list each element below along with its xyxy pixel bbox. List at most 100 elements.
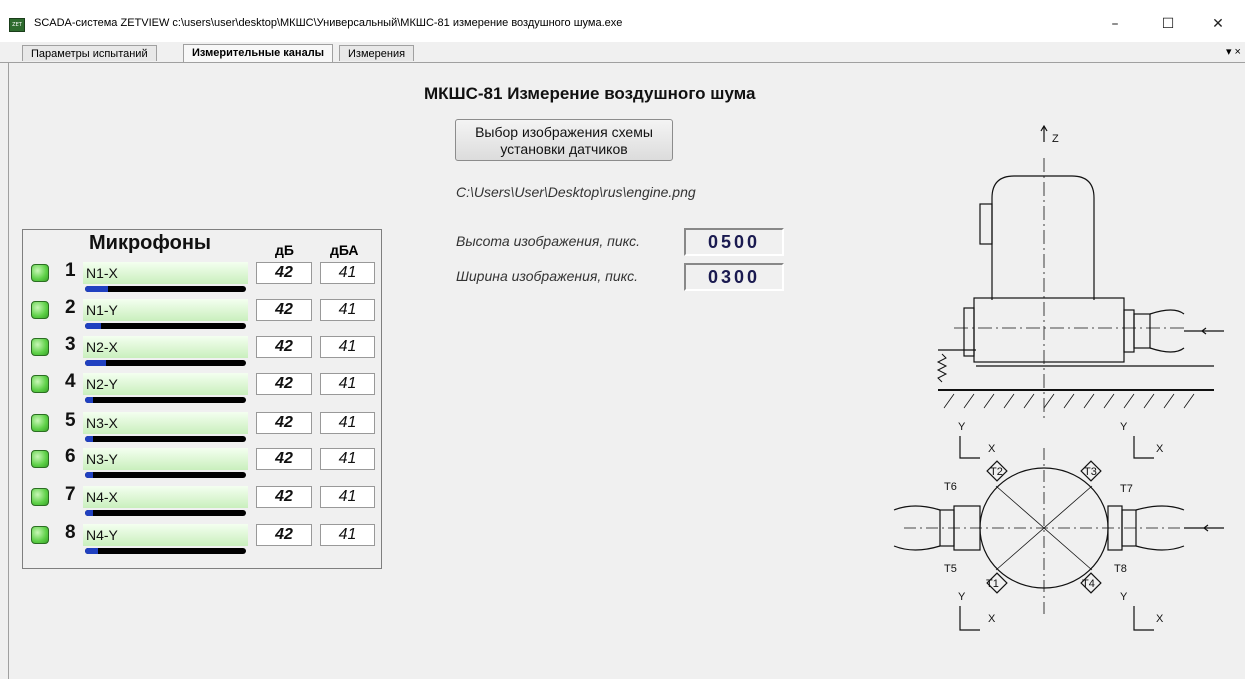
db-value: 42 [256,448,312,470]
sensor-layout-schematic: Z Y X Y X Y X Y X T1 T2 T3 T4 T5 T6 T7 T… [893,124,1224,631]
axis-x-label: X [1156,443,1164,455]
tab-menu-icon[interactable]: ▾ × [1226,45,1241,58]
channel-name[interactable]: N1-Y [83,299,248,321]
status-led-icon[interactable] [31,338,49,356]
sensor-t4-label: T4 [1082,578,1095,590]
mic-channel-row: 1 N1-X 42 41 [23,260,381,297]
level-bar [85,436,246,442]
page-title: МКШС-81 Измерение воздушного шума [424,84,756,103]
microphones-header: Микрофоны [89,232,212,254]
dba-value: 41 [320,299,375,321]
channel-number: 5 [65,410,76,431]
sensor-t2-label: T2 [990,466,1003,478]
level-bar [85,472,246,478]
level-fill [85,436,94,442]
axis-x-label: X [1156,613,1164,625]
motor-base [973,297,1125,363]
db-value: 42 [256,486,312,508]
level-bar [85,286,246,292]
channel-name[interactable]: N3-Y [83,448,248,470]
channel-name[interactable]: N2-Y [83,373,248,395]
level-bar [85,397,246,403]
level-bar [85,510,246,516]
height-field[interactable]: 0500 [684,228,784,256]
mic-channel-row: 8 N4-Y 42 41 [23,522,381,559]
dba-value: 41 [320,336,375,358]
dba-value: 41 [320,486,375,508]
level-bar [85,548,246,554]
microphones-panel: Микрофоны дБ дБА 1 N1-X 42 41 2 N1-Y 42 41 3 N2-X… [22,229,382,569]
channel-name[interactable]: N3-X [83,412,248,434]
dba-value: 41 [320,524,375,546]
choose-button-line2: установки датчиков [500,141,628,157]
status-led-icon[interactable] [31,450,49,468]
axis-y-label: Y [1120,591,1128,603]
dba-value: 41 [320,448,375,470]
channel-name[interactable]: N4-X [83,486,248,508]
z-axis-label: Z [1052,133,1059,145]
level-fill [85,360,106,366]
level-fill [85,548,98,554]
db-value: 42 [256,299,312,321]
mic-channel-row: 7 N4-X 42 41 [23,484,381,521]
tab-measurement-channels[interactable]: Измерительные каналы [183,44,334,62]
level-fill [85,323,102,329]
mic-channel-row: 3 N2-X 42 41 [23,334,381,371]
db-value: 42 [256,373,312,395]
channel-number: 2 [65,297,76,318]
channel-name[interactable]: N2-X [83,336,248,358]
column-db: дБ [275,242,294,258]
status-led-icon[interactable] [31,301,49,319]
dba-value: 41 [320,262,375,284]
channel-name[interactable]: N1-X [83,262,248,284]
mic-channel-row: 5 N3-X 42 41 [23,410,381,447]
dba-value: 41 [320,373,375,395]
level-fill [85,286,108,292]
level-fill [85,510,94,516]
channel-number: 7 [65,484,76,505]
channel-number: 1 [65,260,76,281]
channel-number: 8 [65,522,76,543]
tab-test-parameters[interactable]: Параметры испытаний [22,45,157,61]
axis-y-label: Y [958,591,966,603]
tab-measurements[interactable]: Измерения [339,45,415,61]
status-led-icon[interactable] [31,526,49,544]
axis-x-label: X [988,613,996,625]
sensor-t5-label: T5 [944,563,957,575]
level-fill [85,472,94,478]
channel-number: 4 [65,371,76,392]
maximize-button[interactable]: ☐ [1148,12,1188,36]
mic-channel-row: 4 N2-Y 42 41 [23,371,381,408]
tab-bar: Параметры испытаний Измерительные каналы… [0,42,1245,63]
axis-y-label: Y [958,421,966,433]
sensor-t8-label: T8 [1114,563,1127,575]
motor-body [991,175,1095,300]
choose-image-button[interactable]: Выбор изображения схемы установки датчик… [455,119,673,161]
motor-box [979,203,993,245]
height-label: Высота изображения, пикс. [456,233,640,249]
channel-number: 3 [65,334,76,355]
db-value: 42 [256,336,312,358]
close-button[interactable]: ✕ [1198,12,1238,36]
channel-name[interactable]: N4-Y [83,524,248,546]
dba-value: 41 [320,412,375,434]
status-led-icon[interactable] [31,488,49,506]
zetview-icon: ZET [9,18,25,32]
sensor-t6-label: T6 [944,481,957,493]
sensor-t3-label: T3 [1084,466,1097,478]
level-bar [85,360,246,366]
width-field[interactable]: 0300 [684,263,784,291]
level-bar [85,323,246,329]
title-bar: ZET SCADA-система ZETVIEW c:\users\user\… [0,0,1245,42]
axis-y-label: Y [1120,421,1128,433]
width-label: Ширина изображения, пикс. [456,268,638,284]
status-led-icon[interactable] [31,375,49,393]
axis-x-label: X [988,443,996,455]
mic-channel-row: 6 N3-Y 42 41 [23,446,381,483]
db-value: 42 [256,262,312,284]
image-path: C:\Users\User\Desktop\rus\engine.png [456,184,696,200]
status-led-icon[interactable] [31,414,49,432]
channel-number: 6 [65,446,76,467]
status-led-icon[interactable] [31,264,49,282]
minimize-button[interactable]: – [1095,12,1135,36]
